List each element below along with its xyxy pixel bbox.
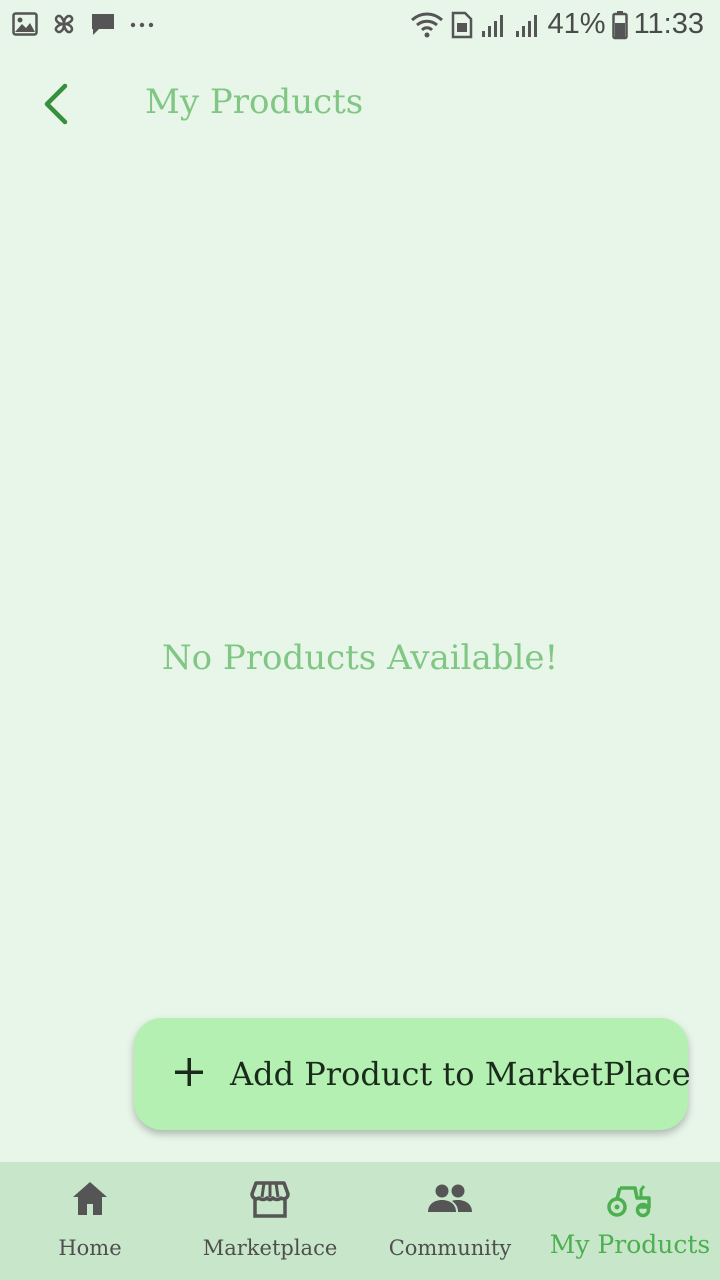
empty-state-message: No Products Available! [161,638,559,678]
app-bar: My Products [0,60,720,150]
storefront-icon [180,1178,360,1220]
nav-item-my-products[interactable]: My Products [540,1162,720,1280]
wifi-icon [410,10,444,40]
more-dots-icon [128,11,158,37]
status-indicators: 41% 11:33 [410,8,704,41]
gallery-icon [12,11,38,37]
clock: 11:33 [633,8,704,40]
signal-icon [480,11,508,39]
plus-icon [174,1057,204,1091]
notification-icons [12,10,158,38]
sim-icon [450,10,474,40]
nav-label-home: Home [58,1236,122,1260]
nav-item-home[interactable]: Home [0,1162,180,1280]
status-bar: 41% 11:33 [0,0,720,50]
signal-icon [514,11,542,39]
home-icon [0,1178,180,1220]
add-product-button[interactable]: Add Product to MarketPlace [134,1018,691,1130]
bottom-navigation: Home Marketplace Community My Products [0,1162,720,1280]
nav-label-community: Community [388,1236,512,1260]
add-product-label: Add Product to MarketPlace [230,1055,691,1093]
back-button[interactable] [26,76,86,136]
nav-label-my-products: My Products [549,1230,711,1259]
battery-percent: 41% [547,8,606,40]
chevron-left-icon [41,83,71,129]
nav-label-marketplace: Marketplace [202,1236,338,1260]
nav-item-community[interactable]: Community [360,1162,540,1280]
battery-icon [611,10,628,40]
people-icon [360,1178,540,1220]
tractor-icon [540,1178,720,1220]
message-icon [90,11,116,37]
nav-item-marketplace[interactable]: Marketplace [180,1162,360,1280]
page-title: My Products [145,82,364,122]
pinwheel-icon [50,10,78,38]
